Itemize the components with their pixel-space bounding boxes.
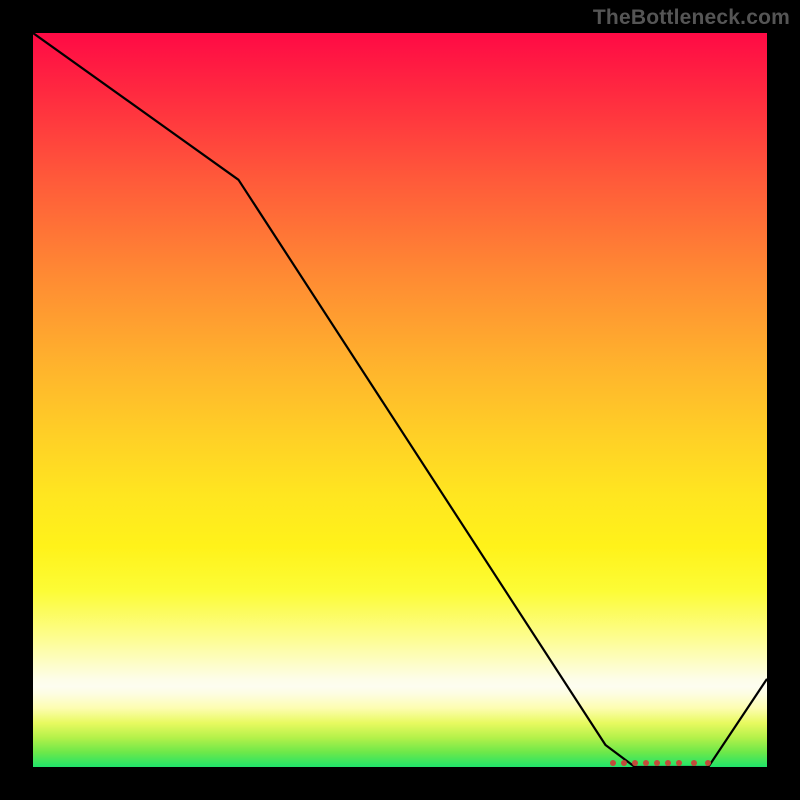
- chart-frame: TheBottleneck.com: [0, 0, 800, 800]
- marker-dot: [654, 760, 660, 766]
- marker-dot: [621, 760, 627, 766]
- bottom-markers: [33, 33, 767, 767]
- marker-dot: [676, 760, 682, 766]
- plot-area: [33, 33, 767, 767]
- credit-text: TheBottleneck.com: [593, 6, 790, 30]
- marker-dot: [665, 760, 671, 766]
- marker-dot: [691, 760, 697, 766]
- marker-dot: [632, 760, 638, 766]
- marker-dot: [643, 760, 649, 766]
- marker-dot: [705, 760, 711, 766]
- marker-dot: [610, 760, 616, 766]
